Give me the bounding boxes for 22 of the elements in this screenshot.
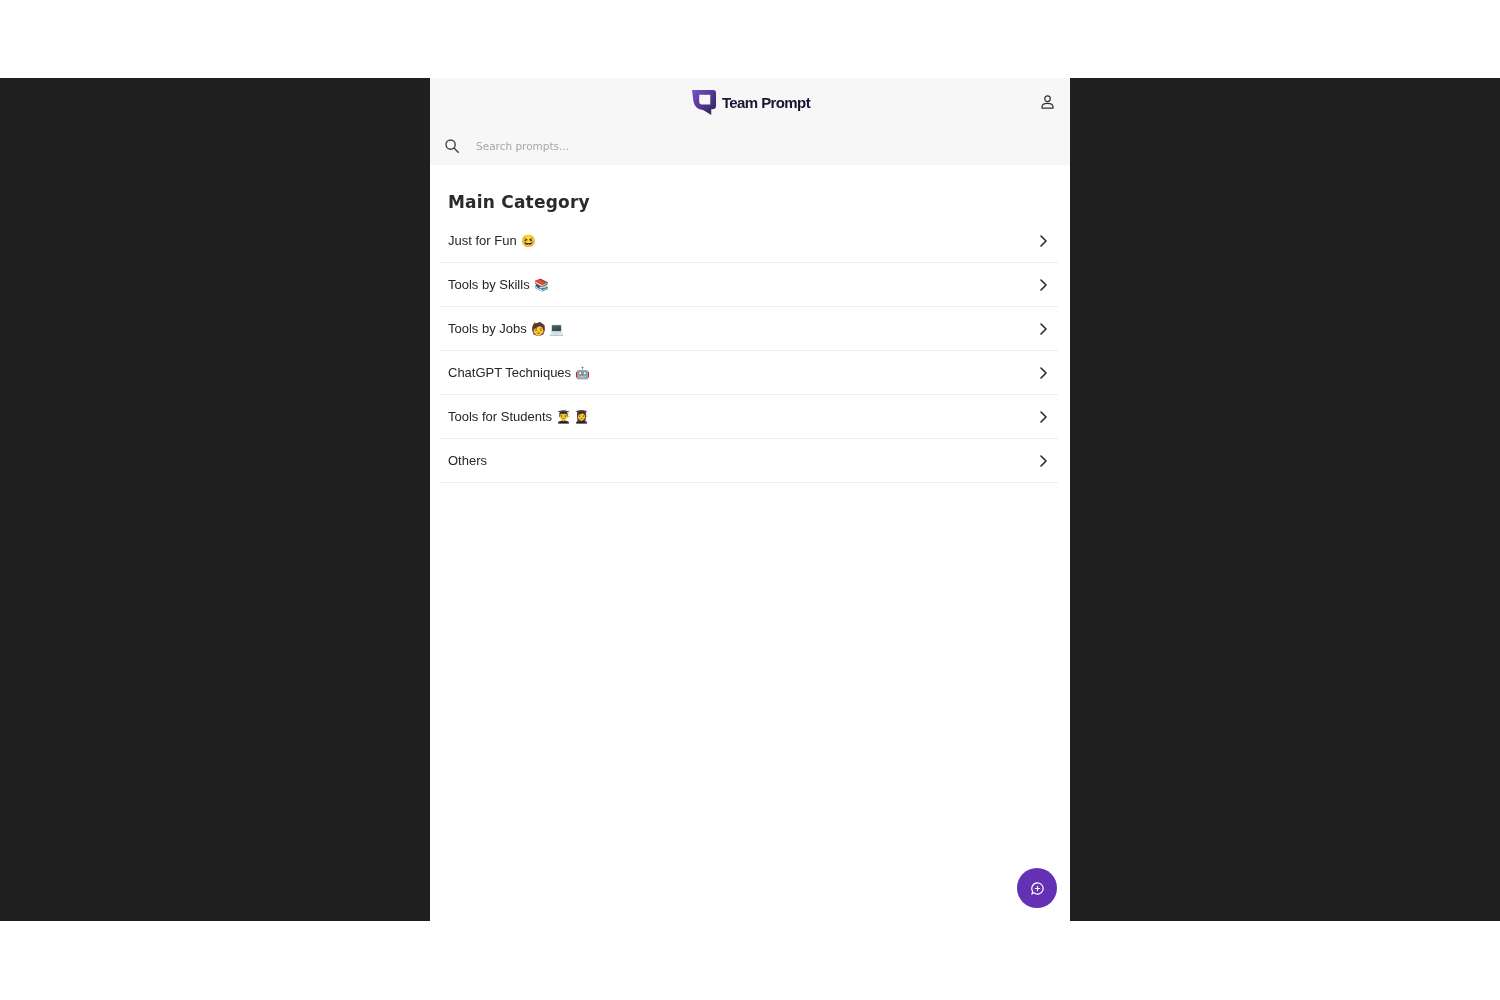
- chevron-right-icon: [1040, 234, 1047, 247]
- logo-icon: [691, 89, 717, 116]
- chat-plus-icon: [1030, 881, 1044, 895]
- search-bar[interactable]: Search prompts...: [430, 127, 1070, 165]
- user-icon[interactable]: [1041, 95, 1054, 109]
- emoji-icon: 😆: [520, 233, 536, 248]
- search-field[interactable]: Search prompts...: [476, 133, 1070, 159]
- emoji-icon: 👨‍🎓: [556, 409, 572, 424]
- chevron-right-icon: [1040, 366, 1047, 379]
- new-chat-button[interactable]: [1017, 868, 1057, 908]
- emoji-icon: 🧑: [530, 321, 546, 336]
- search-icon: [445, 139, 459, 153]
- emoji-icon: 📚: [533, 277, 549, 292]
- chevron-right-icon: [1040, 454, 1047, 467]
- emoji-icon: 💻: [548, 321, 564, 336]
- emoji-icon: 🤖: [575, 365, 591, 380]
- emoji-icon: 👩‍🎓: [574, 409, 590, 424]
- chevron-right-icon: [1040, 278, 1047, 291]
- chevron-right-icon: [1040, 322, 1047, 335]
- section-title: Main Category: [448, 191, 591, 214]
- logo-text: Team Prompt: [721, 94, 811, 111]
- chevron-right-icon: [1040, 410, 1047, 423]
